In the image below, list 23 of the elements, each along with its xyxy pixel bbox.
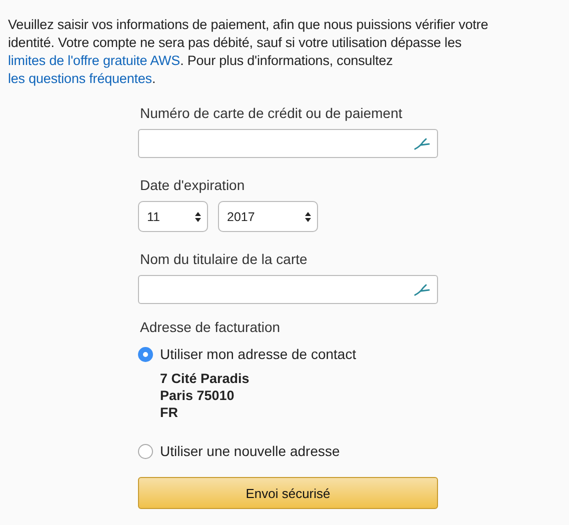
field-label: Nom du titulaire de la carte <box>140 250 308 268</box>
radio-button[interactable] <box>138 346 153 362</box>
input-field[interactable] <box>138 275 438 304</box>
field-label: Numéro de carte de crédit ou de paiement <box>140 104 404 122</box>
radio-label[interactable]: Utiliser une nouvelle adresse <box>160 443 340 459</box>
field-label: Date d'expiration <box>140 176 246 194</box>
intro-paragraph: Veuillez saisir vos informations de paiement, afin que nous puissions vérifier votre identité. Votre compte ne sera pas débité, sauf si votre utilisation dépasse les limites de l'offre gratuite AWS. Pour plus d'informations, consultez les questions fréquentes. <box>8 16 490 88</box>
stepper-icon <box>305 212 311 222</box>
address-line: FR <box>160 404 179 421</box>
link[interactable]: les questions fréquentes <box>8 71 152 86</box>
field-label: Adresse de facturation <box>140 318 282 336</box>
radio-label[interactable]: Utiliser mon adresse de contact <box>160 346 356 362</box>
month-select[interactable]: 11 <box>138 201 208 232</box>
submit-button[interactable]: Envoi sécurisé <box>138 477 438 509</box>
year-select[interactable]: 2017 <box>218 201 318 232</box>
input-field[interactable] <box>138 129 438 158</box>
address-line: 7 Cité Paradis <box>160 370 250 387</box>
squiggle-icon <box>414 284 431 296</box>
radio-button[interactable] <box>138 444 153 458</box>
link[interactable]: limites de l'offre gratuite AWS <box>8 53 180 68</box>
address-line: Paris 75010 <box>160 387 236 404</box>
stepper-icon <box>195 212 201 222</box>
squiggle-icon <box>414 138 431 150</box>
